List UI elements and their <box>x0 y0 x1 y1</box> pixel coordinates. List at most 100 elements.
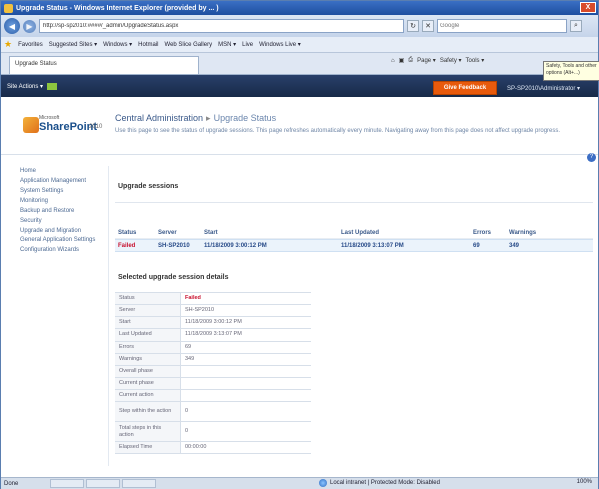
detail-row: Elapsed Time 00:00:00 <box>115 442 311 455</box>
col-warnings: Warnings <box>509 230 537 236</box>
detail-label: Warnings <box>115 353 181 365</box>
session-status: Failed <box>118 242 136 249</box>
sessions-divider <box>115 202 593 222</box>
detail-label: Server <box>115 305 181 317</box>
site-actions-menu[interactable]: Site Actions ▾ <box>7 82 58 90</box>
detail-label: Total steps in this action <box>115 422 181 442</box>
user-menu[interactable]: SP-SP2010\Administrator ▾ <box>507 85 580 92</box>
detail-value: 349 <box>185 355 195 362</box>
detail-label: Step within the action <box>115 402 181 422</box>
nav-item[interactable]: Configuration Wizards <box>20 245 108 255</box>
nav-item[interactable]: Backup and Restore <box>20 206 108 216</box>
nav-item[interactable]: System Settings <box>20 186 108 196</box>
status-bar: Done Local intranet | Protected Mode: Di… <box>1 477 598 489</box>
sessions-table: Status Server Start Last Updated Errors … <box>115 230 593 252</box>
globe-icon <box>319 479 327 487</box>
favorite-link[interactable]: MSN ▾ <box>218 41 236 48</box>
page-header: Microsoft SharePoint 2010 Central Admini… <box>1 97 598 155</box>
detail-row: Total steps in this action 0 <box>115 422 311 443</box>
detail-value <box>181 378 311 389</box>
tooltip: Safety, Tools and other options (Alt+...… <box>543 61 599 81</box>
favorite-link[interactable]: Hotmail <box>138 42 158 48</box>
detail-row: Current phase <box>115 377 311 391</box>
forward-button[interactable]: ▶ <box>23 19 36 33</box>
detail-label: Start <box>115 317 181 329</box>
nav-item[interactable]: Home <box>20 166 108 176</box>
status-pane <box>50 479 84 488</box>
page-description: Use this page to see the status of upgra… <box>115 128 561 134</box>
command-menu[interactable]: Safety ▾ <box>440 57 462 64</box>
detail-value: SH-SP2010 <box>185 307 215 314</box>
address-bar: ◀ ▶ ↻ ✕ ⌕ <box>1 15 598 37</box>
command-menu[interactable]: Page ▾ <box>417 57 436 64</box>
detail-value: 0 <box>185 428 189 435</box>
favorite-link[interactable]: Windows Live ▾ <box>259 41 301 48</box>
breadcrumb-root[interactable]: Central Administration <box>115 113 203 123</box>
detail-row: Current action <box>115 390 311 403</box>
refresh-icon[interactable]: ↻ <box>407 20 419 32</box>
details-heading: Selected upgrade session details <box>118 274 229 281</box>
status-text: Done <box>4 480 19 487</box>
detail-row: Server SH-SP2010 <box>115 305 311 318</box>
logo-year: 2010 <box>89 124 103 130</box>
main-content: Upgrade sessions Status Server Start Las… <box>115 166 593 466</box>
command-menu[interactable]: Tools ▾ <box>466 57 485 64</box>
close-button[interactable]: X <box>580 2 596 13</box>
zoom-level[interactable]: 100% <box>577 479 592 485</box>
sharepoint-logo-icon <box>23 117 39 133</box>
nav-item[interactable]: Upgrade and Migration <box>20 226 108 236</box>
home-icon[interactable]: ⌂ <box>391 58 395 64</box>
search-icon[interactable]: ⌕ <box>570 20 582 32</box>
favorite-link[interactable]: Suggested Sites ▾ <box>49 41 97 48</box>
nav-item[interactable]: General Application Settings <box>20 236 100 245</box>
nav-item[interactable]: Monitoring <box>20 196 108 206</box>
tab-upgrade-status[interactable]: Upgrade Status <box>9 56 199 74</box>
detail-value <box>181 390 311 401</box>
print-icon[interactable]: ⎙ <box>408 57 413 64</box>
detail-value: 00:00:00 <box>185 444 207 451</box>
favorite-link[interactable]: Live <box>242 42 253 48</box>
sharepoint-logo[interactable]: Microsoft SharePoint 2010 <box>23 115 103 141</box>
nav-item[interactable]: Application Management <box>20 176 108 186</box>
ie-icon <box>4 3 13 13</box>
session-server: SH-SP2010 <box>158 242 190 249</box>
left-navigation: Home Application Management System Setting… <box>1 166 109 466</box>
window-title: Upgrade Status - Windows Internet Explor… <box>16 4 219 12</box>
stop-icon[interactable]: ✕ <box>422 20 434 32</box>
detail-label: Status <box>115 293 181 305</box>
browse-icon[interactable] <box>47 82 58 90</box>
feeds-icon[interactable]: ▣ <box>399 57 405 64</box>
detail-row: Last Updated 11/18/2009 3:13:07 PM <box>115 329 311 342</box>
give-feedback-button[interactable]: Give Feedback <box>433 81 497 95</box>
favorite-link[interactable]: Windows ▾ <box>103 41 132 48</box>
session-last-updated: 11/18/2009 3:13:07 PM <box>341 242 404 249</box>
detail-label: Elapsed Time <box>115 442 181 454</box>
session-warnings: 349 <box>509 242 520 249</box>
detail-value <box>181 366 311 377</box>
help-icon[interactable]: ? <box>587 153 596 162</box>
back-button[interactable]: ◀ <box>4 18 20 34</box>
session-row[interactable]: Failed SH-SP2010 11/18/2009 3:00:12 PM 1… <box>115 239 593 252</box>
detail-label: Current phase <box>115 377 181 390</box>
breadcrumb-separator: ▸ <box>206 113 211 123</box>
detail-row: Status Failed <box>115 293 311 306</box>
security-zone[interactable]: Local intranet | Protected Mode: Disable… <box>319 479 440 487</box>
details-table: Status Failed Server SH-SP2010 Start 11/18/20… <box>115 292 311 455</box>
favorites-bar: ★ Favorites Suggested Sites ▾ Windows ▾ Ho… <box>1 37 598 53</box>
favorite-link[interactable]: Web Slice Gallery <box>165 42 213 48</box>
favorites-star-icon[interactable]: ★ <box>4 39 12 50</box>
breadcrumb: Central Administration ▸ Upgrade Status <box>115 113 276 124</box>
detail-label: Overall phase <box>115 365 181 377</box>
col-last-updated: Last Updated <box>341 230 380 236</box>
session-errors: 69 <box>473 242 480 249</box>
status-pane <box>122 479 156 488</box>
search-input[interactable] <box>437 19 567 33</box>
detail-label: Current action <box>115 390 181 402</box>
nav-item[interactable]: Security <box>20 216 108 226</box>
detail-value: 0 <box>185 408 189 415</box>
detail-row: Overall phase <box>115 365 311 378</box>
url-input[interactable] <box>39 19 404 33</box>
detail-label: Errors <box>115 341 181 353</box>
favorites-label[interactable]: Favorites <box>18 42 43 48</box>
col-status: Status <box>118 230 137 236</box>
